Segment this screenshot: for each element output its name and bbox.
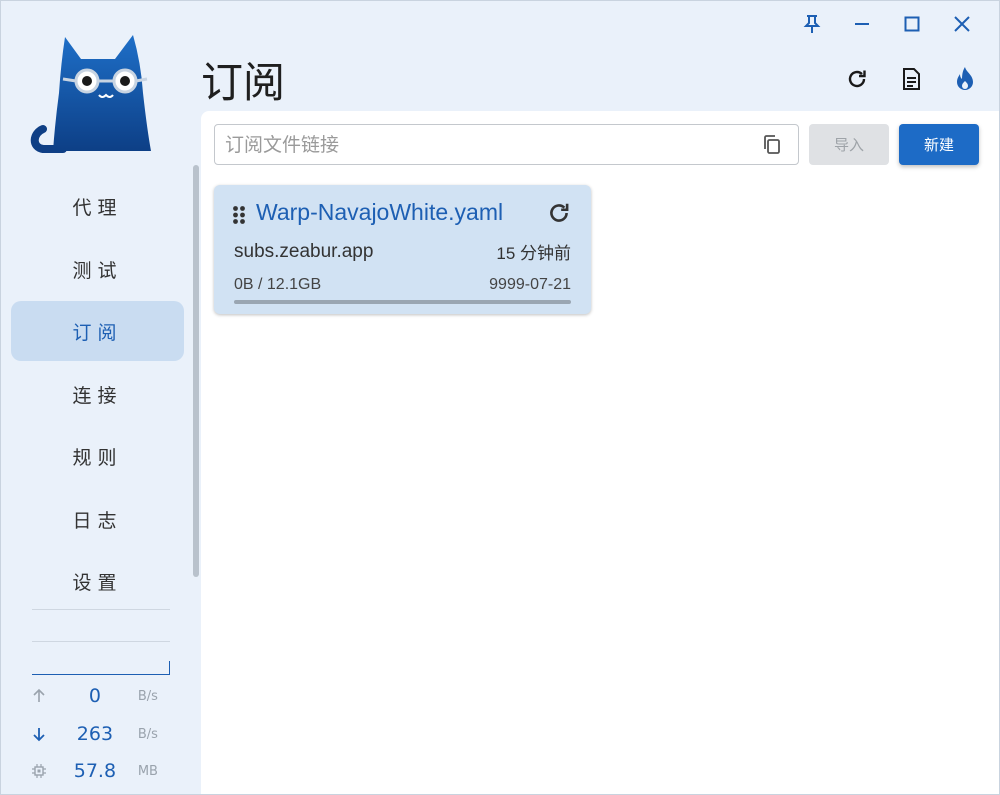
sidebar-item-rules[interactable]: 规则: [11, 426, 184, 486]
sidebar-item-logs[interactable]: 日志: [11, 489, 184, 549]
download-value: 263: [76, 723, 114, 745]
chip-icon: [31, 763, 52, 779]
sidebar-divider: [32, 641, 170, 642]
profile-card[interactable]: Warp-NavajoWhite.yaml subs.zeabur.app 15…: [214, 185, 591, 314]
sidebar-divider: [32, 609, 170, 610]
window-controls: [787, 11, 987, 37]
arrow-up-icon: [31, 688, 52, 704]
download-speed: 263 B/s: [31, 721, 176, 747]
drag-handle-icon[interactable]: [232, 205, 246, 225]
maximize-icon[interactable]: [887, 11, 937, 37]
sidebar-item-proxy[interactable]: 代理: [11, 176, 184, 236]
sidebar-item-label: 连接: [72, 384, 123, 407]
flame-icon[interactable]: [949, 63, 981, 95]
subscription-url-input[interactable]: [225, 125, 745, 164]
upload-value: 0: [88, 685, 101, 707]
sidebar-item-settings[interactable]: 设置: [11, 551, 184, 611]
sidebar-scrollbar[interactable]: [193, 165, 199, 577]
sidebar-item-label: 代理: [72, 196, 123, 219]
close-icon[interactable]: [937, 11, 987, 37]
refresh-icon[interactable]: [841, 63, 873, 95]
memory-unit: MB: [137, 763, 158, 779]
sidebar-item-label: 日志: [72, 509, 123, 532]
pin-icon[interactable]: [787, 11, 837, 37]
profile-name: Warp-NavajoWhite.yaml: [256, 199, 504, 225]
sidebar-item-label: 设置: [72, 571, 123, 594]
profile-host: subs.zeabur.app: [234, 241, 374, 262]
upload-speed: 0 B/s: [31, 683, 176, 709]
profile-updated: 15 分钟前: [496, 244, 571, 263]
page-title: 订阅: [201, 58, 286, 107]
download-unit: B/s: [137, 726, 158, 742]
sidebar-item-label: 订阅: [72, 321, 123, 344]
upload-unit: B/s: [137, 688, 158, 704]
sidebar-item-test[interactable]: 测试: [11, 239, 184, 299]
arrow-down-icon: [31, 726, 52, 742]
import-button[interactable]: 导入: [809, 124, 889, 165]
profile-usage-bar: [234, 300, 571, 304]
sidebar-item-subscription[interactable]: 订阅: [11, 301, 184, 361]
main-panel: 导入 新建 Warp-NavajoWhite.yaml subs.zeabur.…: [201, 111, 999, 794]
traffic-graph: [32, 661, 170, 675]
cat-logo: [29, 33, 155, 157]
header-actions: [841, 63, 981, 95]
sidebar-item-label: 测试: [72, 259, 123, 282]
app-window: 代理 测试 订阅 连接 规则 日志 设置 0 B/s 263 B/s 57.8 …: [0, 0, 1000, 795]
sidebar-item-label: 规则: [72, 446, 123, 469]
sidebar-item-connections[interactable]: 连接: [11, 364, 184, 424]
memory-value: 57.8: [73, 760, 117, 782]
paste-icon[interactable]: [762, 134, 784, 156]
subscription-url-field[interactable]: [214, 124, 799, 165]
profile-expire: 9999-07-21: [489, 276, 571, 293]
new-button[interactable]: 新建: [899, 124, 979, 165]
document-icon[interactable]: [895, 63, 927, 95]
memory-usage: 57.8 MB: [31, 758, 176, 784]
minimize-icon[interactable]: [837, 11, 887, 37]
profile-refresh-icon[interactable]: [546, 200, 572, 226]
profile-usage: 0B / 12.1GB: [234, 276, 322, 293]
